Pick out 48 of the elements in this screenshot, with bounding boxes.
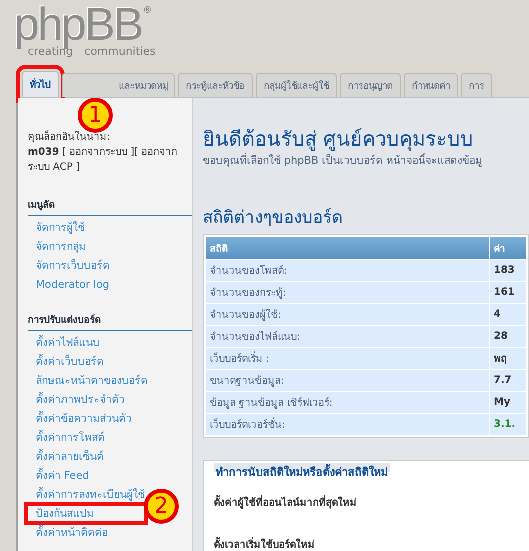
table-cell: 28 [490, 326, 526, 347]
menu-link[interactable]: ตั้งค่าเว็บบอร์ด [28, 352, 192, 371]
tab[interactable]: กระทู้และหัวข้อ [178, 73, 253, 97]
menu-link[interactable]: Moderator log [28, 275, 192, 294]
tab[interactable]: และหมวดหมู่ [62, 73, 176, 97]
table-cell: 3.1. [490, 414, 526, 435]
menu-section-title: เมนูลัด [28, 197, 192, 216]
menu-link[interactable]: ตั้งค่าข้อความส่วนตัว [28, 409, 192, 428]
tab[interactable]: การอนุญาต [340, 73, 401, 97]
table-cell: ขนาดฐานข้อมูล: [206, 370, 489, 391]
callout-marker: 2 [144, 489, 179, 524]
table-cell: 161 [490, 282, 526, 303]
menu-link[interactable]: ป้องกันสแปม [26, 504, 146, 523]
page-title: ยินดีต้อนรับสู่ ศูนย์ควบคุมระบบ [203, 126, 474, 152]
menu-link[interactable]: ตั้งค่า Feed [28, 466, 192, 485]
section-title: สถิติต่างๆของบอร์ด [203, 207, 344, 230]
menu-section-title: การปรับแต่งบอร์ด [28, 312, 192, 331]
login-info: คุณล็อกอินในนาม: m039 [ ออกจากระบบ ][ ออกจากระบบ ACP ] [28, 130, 179, 175]
menu-link[interactable]: ตั้งค่าภาพประจำตัว [28, 390, 192, 409]
table-cell: จำนวนของผู้ใช้: [206, 304, 489, 325]
column-header: สถิติ [206, 237, 489, 259]
menu-link[interactable]: จัดการผู้ใช้ [28, 218, 192, 237]
column-header: ค่า [490, 237, 526, 259]
registered-mark: ® [143, 6, 152, 16]
menu-link[interactable]: จัดการกลุ่ม [28, 237, 192, 256]
menu-link[interactable]: ตั้งค่าลายเซ็นต์ [28, 447, 192, 466]
intro-text: ขอบคุณที่เลือกใช้ phpBB เป็นเวบบอร์ด หน้าจอนี้จะแสดงข้อมู [203, 152, 484, 169]
field-label: ตั้งเวลาเริ่มใช้บอร์ดใหม่ [214, 523, 529, 551]
table-cell: 4 [490, 304, 526, 325]
field-label: ตั้งค่าผู้ใช้ที่ออนไลน์มากที่สุดใหม่ [214, 481, 529, 523]
table-cell: 7.7 [490, 370, 526, 391]
menu-link[interactable]: จัดการเว็บบอร์ด [28, 256, 192, 275]
table-cell: จำนวนของกระทู้: [206, 282, 489, 303]
table-cell: จำนวนของไฟล์แนบ: [206, 326, 489, 347]
menu-link[interactable]: ตั้งค่าไฟล์แนบ [28, 333, 192, 352]
menu-link[interactable]: ตั้งค่าหน้าติดต่อ [28, 523, 192, 542]
table-cell: 183 [490, 260, 526, 281]
tab[interactable]: การ [461, 73, 492, 97]
table-cell: ข้อมูล ฐานข้อมูล เซิร์ฟเวอร์: [206, 392, 489, 413]
tab[interactable]: กำหนดค่า [404, 73, 458, 97]
table-cell: พฤ [490, 348, 526, 369]
table-cell: จำนวนของโพสต์: [206, 260, 489, 281]
table-cell: เว็บบอร์ดเวอร์ชั่น: [206, 414, 489, 435]
menu-link[interactable]: ตั้งค่าการโพสต์ [28, 428, 192, 447]
tab[interactable]: กลุ่มผู้ใช้และผู้ใช้ [256, 73, 338, 97]
menu-link[interactable]: ลักษณะหน้าตาของบอร์ด [28, 371, 192, 390]
table-cell: เว็บบอร์ดเริ่ม : [206, 348, 489, 369]
table-cell: My [490, 392, 526, 413]
